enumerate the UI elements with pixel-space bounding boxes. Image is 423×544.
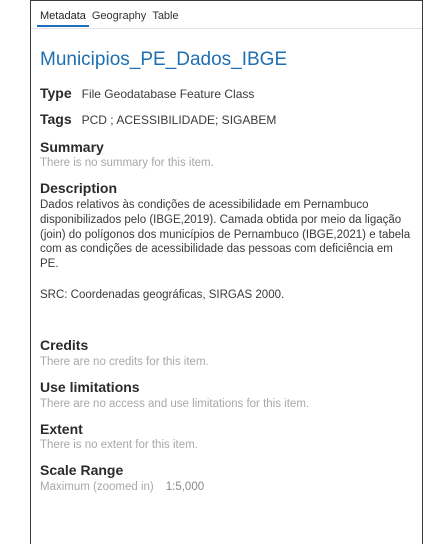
tags-row: Tags PCD ; ACESSIBILIDADE; SIGABEM <box>40 111 276 127</box>
scale-max-row: Maximum (zoomed in) 1:5,000 <box>40 481 204 493</box>
summary-text: There is no summary for this item. <box>40 157 214 169</box>
description-heading: Description <box>40 180 118 196</box>
credits-text: There are no credits for this item. <box>40 356 209 368</box>
scale-max-label: Maximum (zoomed in) <box>40 481 154 493</box>
tab-table[interactable]: Table <box>149 9 181 27</box>
type-label: Type <box>40 85 72 101</box>
use-limitations-text: There are no access and use limitations … <box>40 398 310 410</box>
item-title: Municipios_PE_Dados_IBGE <box>40 49 288 70</box>
tab-metadata[interactable]: Metadata <box>37 9 89 27</box>
summary-heading: Summary <box>40 139 104 155</box>
scale-max-value: 1:5,000 <box>165 481 205 493</box>
credits-heading: Credits <box>40 337 89 353</box>
description-src: SRC: Coordenadas geográficas, SIRGAS 200… <box>40 289 285 301</box>
tab-geography[interactable]: Geography <box>89 9 149 27</box>
extent-text: There is no extent for this item. <box>40 439 198 451</box>
metadata-panel: Metadata Geography Table Municipios_PE_D… <box>30 0 423 544</box>
type-value: File Geodatabase Feature Class <box>81 87 255 101</box>
type-row: Type File Geodatabase Feature Class <box>40 85 254 101</box>
use-limitations-heading: Use limitations <box>40 379 140 395</box>
tags-value: PCD ; ACESSIBILIDADE; SIGABEM <box>81 113 277 127</box>
tags-label: Tags <box>40 111 72 127</box>
screenshot-frame: Metadata Geography Table Municipios_PE_D… <box>0 0 423 544</box>
extent-heading: Extent <box>40 421 83 437</box>
tab-bar: Metadata Geography Table <box>37 9 182 27</box>
scale-range-heading: Scale Range <box>40 462 124 478</box>
tab-divider <box>31 28 423 29</box>
description-text: Dados relativos às condições de acessibi… <box>40 199 411 271</box>
